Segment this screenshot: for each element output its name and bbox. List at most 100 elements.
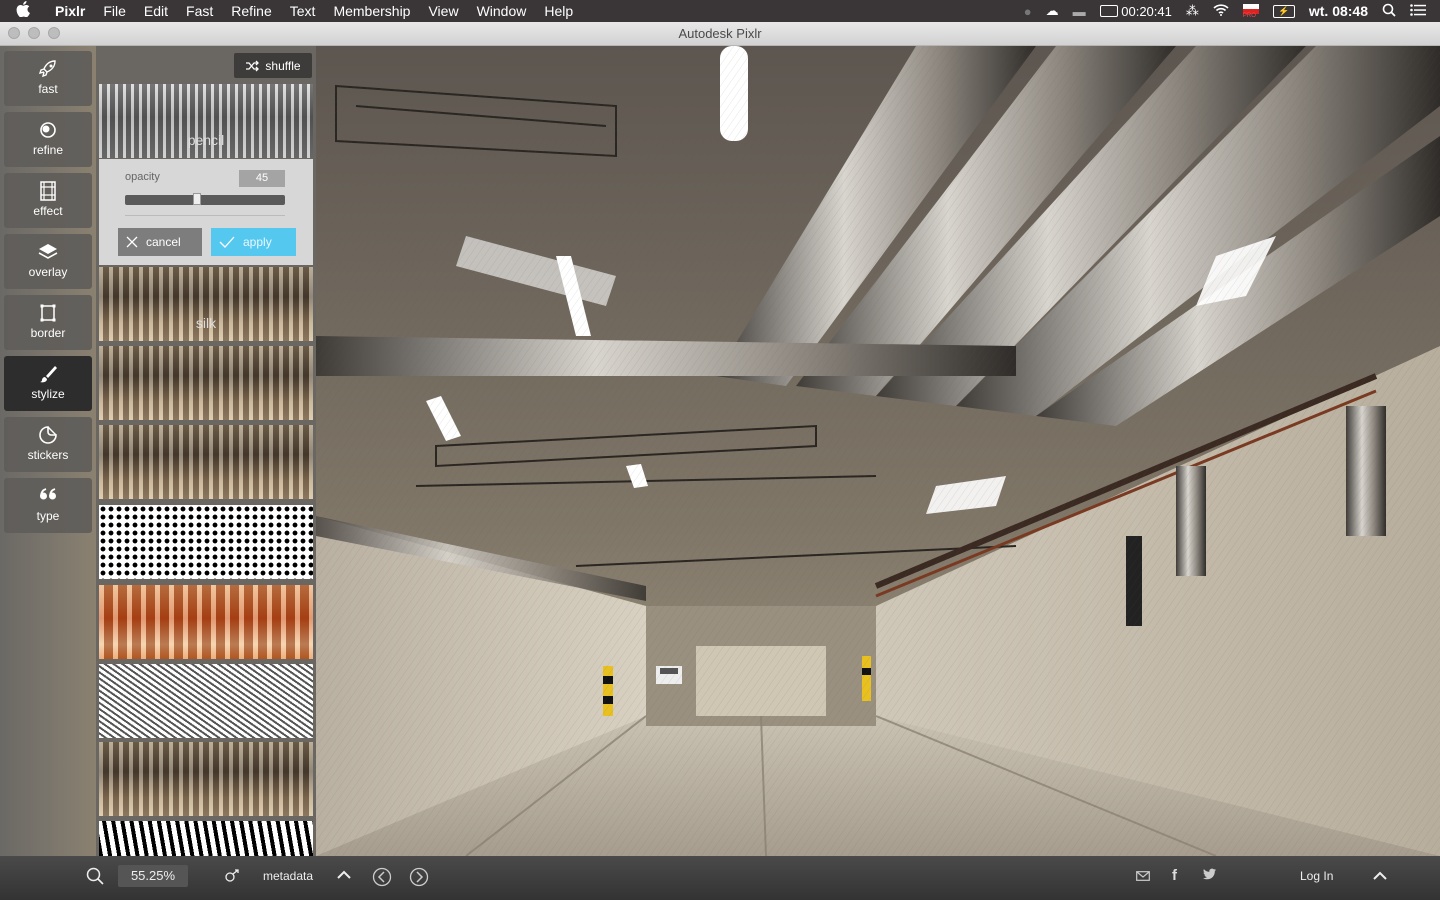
menu-bar: Pixlr File Edit Fast Refine Text Members… (0, 0, 1440, 22)
tool-label: effect (33, 204, 63, 218)
apple-icon[interactable] (0, 1, 46, 21)
check-icon (219, 236, 235, 248)
tool-label: border (30, 326, 66, 340)
notification-center-icon[interactable] (1410, 3, 1426, 19)
brush-icon (40, 366, 57, 383)
pro-badge: PRO (1242, 13, 1256, 19)
email-icon[interactable] (1136, 870, 1150, 884)
effects-panel: shuffle pencil opacity 45 cancel apply s… (96, 46, 316, 856)
twitter-icon[interactable] (1203, 868, 1217, 883)
bottom-bar: 55.25% metadata f Log In (0, 856, 1440, 900)
photo-tunnel (316, 46, 1440, 856)
tool-effect[interactable]: effect (4, 173, 92, 228)
timer-value: 00:20:41 (1121, 3, 1172, 19)
tool-rail: fast refine effect overlay border styliz… (0, 46, 96, 856)
spotlight-search-icon[interactable] (1382, 3, 1396, 20)
sticker-icon (39, 426, 57, 444)
next-arrow-icon[interactable] (409, 867, 429, 890)
bluetooth-icon[interactable]: ⁂ (1186, 3, 1199, 19)
zoom-search-icon[interactable] (86, 867, 104, 888)
tool-fast[interactable]: fast (4, 51, 92, 106)
user-icon[interactable]: ● (1024, 4, 1032, 19)
menu-text[interactable]: Text (281, 0, 325, 22)
shuffle-button[interactable]: shuffle (234, 53, 312, 78)
metadata-button[interactable]: metadata (263, 869, 313, 883)
wifi-icon[interactable] (1213, 3, 1229, 19)
expand-up-icon[interactable] (1373, 870, 1387, 884)
menubar-extras: ● ☁ ▬ 00:20:41 ⁂ PRO ⚡ wt. 08:48 (1010, 0, 1440, 22)
tool-stylize[interactable]: stylize (4, 356, 92, 411)
apply-label: apply (243, 235, 272, 249)
tool-label: overlay (28, 265, 68, 279)
tool-label: stickers (27, 448, 69, 462)
image-canvas[interactable] (316, 46, 1440, 856)
chevron-up-icon[interactable] (337, 869, 351, 883)
battery-meter-icon (1099, 4, 1118, 17)
zoom-level[interactable]: 55.25% (118, 865, 188, 887)
menu-edit[interactable]: Edit (135, 0, 177, 22)
divider (125, 215, 285, 216)
facebook-icon[interactable]: f (1172, 867, 1177, 884)
menu-fast[interactable]: Fast (177, 0, 222, 22)
gender-icon[interactable] (224, 869, 240, 886)
window-titlebar: Autodesk Pixlr (0, 22, 1440, 46)
menu-pixlr[interactable]: Pixlr (46, 0, 94, 22)
previous-arrow-icon[interactable] (372, 867, 392, 890)
app-area: fast refine effect overlay border styliz… (0, 46, 1440, 856)
window-controls (8, 27, 60, 39)
border-icon (40, 304, 56, 322)
menu-refine[interactable]: Refine (222, 0, 280, 22)
effect-name: silk (195, 315, 217, 331)
flag-icon[interactable]: PRO (1242, 4, 1259, 19)
close-window-button[interactable] (8, 27, 20, 39)
effect-name: pencil (187, 132, 225, 148)
tool-stickers[interactable]: stickers (4, 417, 92, 472)
rocket-icon (38, 60, 56, 78)
minimize-window-button[interactable] (28, 27, 40, 39)
effect-options: opacity 45 cancel apply (99, 159, 313, 265)
cancel-label: cancel (146, 235, 181, 249)
tool-type[interactable]: type (4, 478, 92, 533)
effect-thumb-orange[interactable] (99, 585, 313, 659)
effect-thumb-crosshatch[interactable] (99, 664, 313, 738)
effect-thumb-silk[interactable]: silk (99, 267, 313, 341)
tool-refine[interactable]: refine (4, 112, 92, 167)
menu-membership[interactable]: Membership (324, 0, 419, 22)
layers-icon (38, 244, 58, 259)
tool-overlay[interactable]: overlay (4, 234, 92, 289)
tool-label: stylize (31, 387, 65, 401)
opacity-slider[interactable] (125, 193, 285, 205)
battery-charging-icon[interactable]: ⚡ (1272, 4, 1295, 18)
shuffle-icon (246, 60, 260, 71)
cancel-button[interactable]: cancel (118, 228, 202, 256)
timer[interactable]: 00:20:41 (1099, 3, 1172, 19)
effect-thumb[interactable] (99, 346, 313, 420)
opacity-slider-handle[interactable] (193, 193, 202, 205)
effect-thumb-pencil[interactable]: pencil (99, 84, 313, 158)
drive-icon[interactable]: ▬ (1073, 4, 1086, 19)
tool-label: refine (32, 143, 64, 157)
effect-thumb-halftone[interactable] (99, 505, 313, 579)
menu-window[interactable]: Window (468, 0, 536, 22)
quote-icon (40, 488, 56, 500)
tool-label: type (36, 509, 60, 523)
apply-button[interactable]: apply (211, 228, 296, 256)
login-link[interactable]: Log In (1300, 869, 1333, 883)
tool-border[interactable]: border (4, 295, 92, 350)
window-title: Autodesk Pixlr (678, 26, 762, 41)
film-icon (40, 181, 56, 201)
menu-file[interactable]: File (94, 0, 135, 22)
menu-view[interactable]: View (419, 0, 467, 22)
menu-help[interactable]: Help (535, 0, 582, 22)
opacity-value[interactable]: 45 (239, 170, 285, 187)
effect-thumb[interactable] (99, 425, 313, 499)
effect-thumb-ink[interactable] (99, 821, 313, 856)
zoom-window-button[interactable] (48, 27, 60, 39)
effect-thumb[interactable] (99, 742, 313, 816)
close-icon (126, 236, 138, 248)
creative-cloud-icon[interactable]: ☁ (1046, 3, 1059, 19)
clock[interactable]: wt. 08:48 (1309, 3, 1368, 19)
shuffle-label: shuffle (265, 58, 301, 73)
opacity-label: opacity (125, 171, 160, 183)
tool-label: fast (38, 82, 58, 96)
